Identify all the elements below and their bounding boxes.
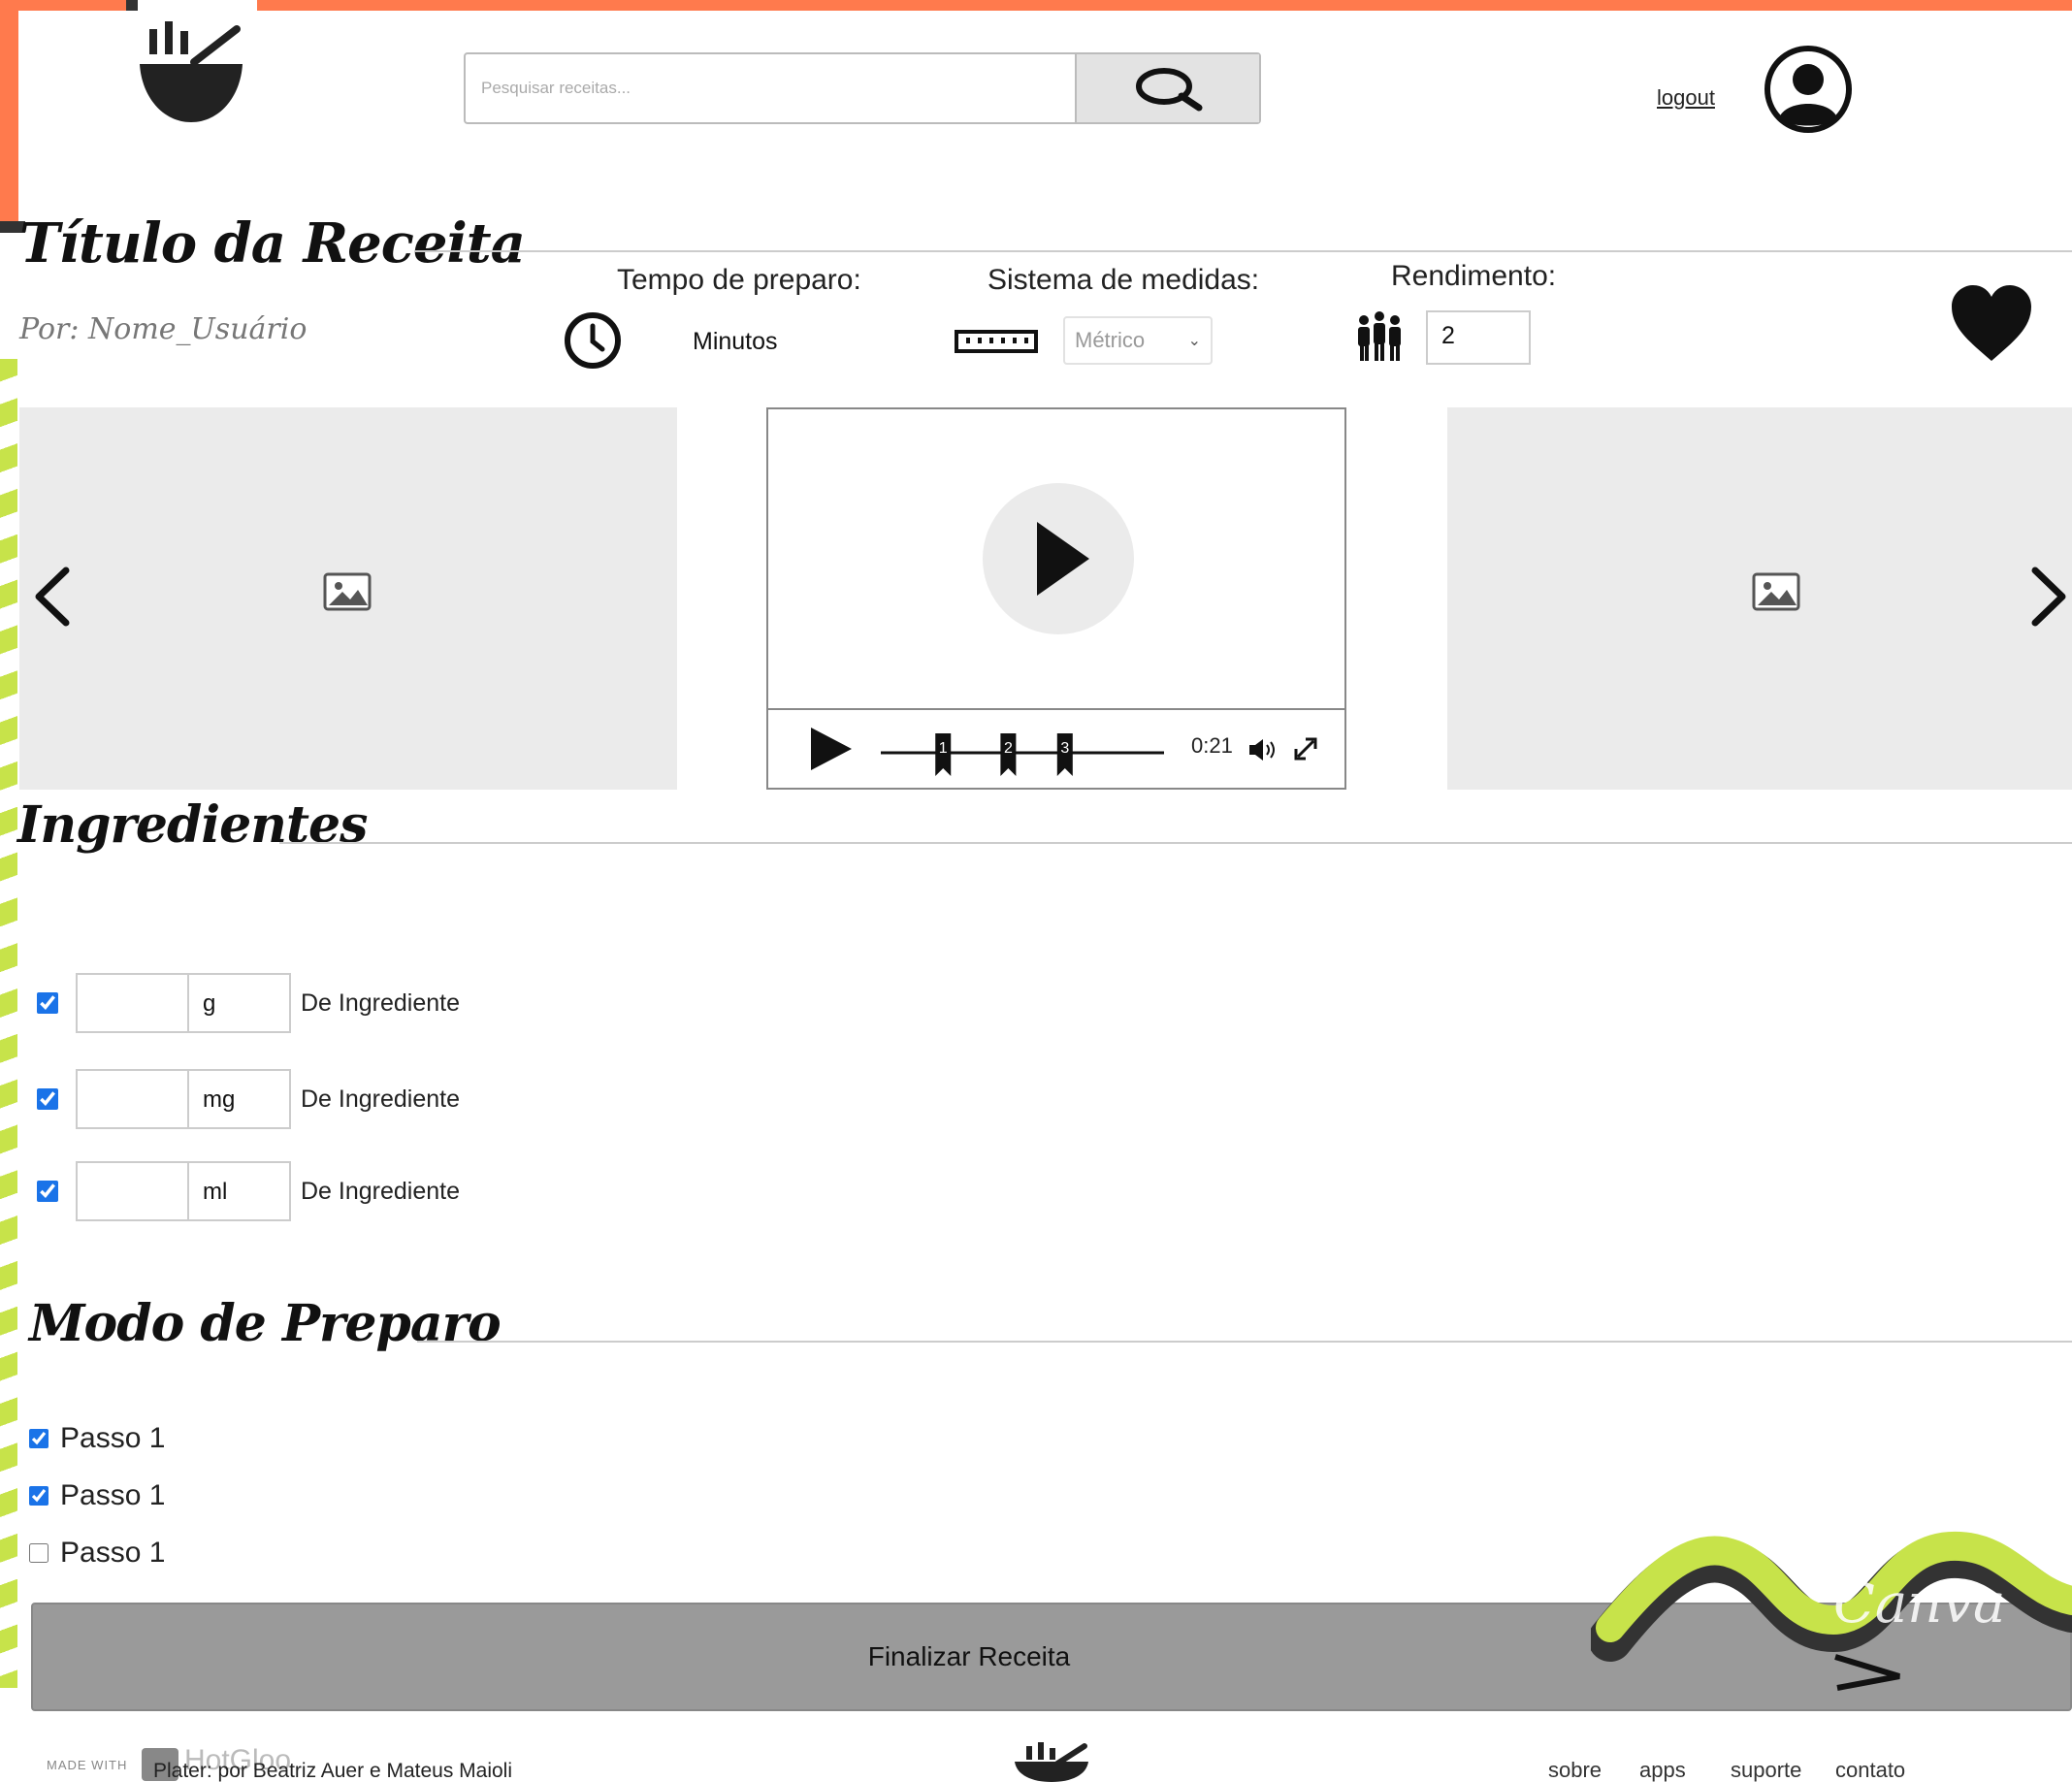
video-time: 0:21: [1191, 733, 1233, 758]
people-icon: [1358, 311, 1401, 361]
chapter-marker-label: 1: [939, 740, 948, 757]
yield-input[interactable]: 2: [1426, 310, 1531, 365]
footer-link-contato[interactable]: contato: [1835, 1758, 1905, 1782]
recipe-title: Título da Receita: [19, 211, 526, 275]
finish-recipe-label: Finalizar Receita: [867, 1641, 1071, 1671]
step-item: Passo 1: [29, 1479, 165, 1512]
ingredient-quantity-input[interactable]: [76, 1069, 188, 1129]
carousel-prev-icon[interactable]: [29, 563, 78, 631]
ingredient-row: mg De Ingrediente: [37, 1068, 460, 1130]
ingredient-row: ml De Ingrediente: [37, 1160, 460, 1222]
ingredient-unit[interactable]: g: [188, 973, 291, 1033]
volume-icon[interactable]: [1247, 737, 1280, 762]
ingredient-row: g De Ingrediente: [37, 972, 460, 1034]
search-icon: [1136, 68, 1203, 112]
carousel-next-icon[interactable]: [2025, 563, 2072, 631]
ingredient-checkbox[interactable]: [37, 1181, 58, 1202]
logo-bowl-icon[interactable]: [136, 19, 247, 131]
divider: [415, 250, 2072, 252]
made-with-label: MADE WITH: [47, 1758, 128, 1772]
footer-link-sobre[interactable]: sobre: [1548, 1758, 1602, 1782]
step-label: Passo 1: [60, 1537, 166, 1569]
yield-label: Rendimento:: [1391, 260, 1557, 292]
step-checkbox[interactable]: [29, 1486, 49, 1506]
decorative-green-stripe: [0, 359, 17, 1688]
decorative-top-band: [257, 0, 2072, 11]
decorative-tick: [126, 0, 138, 11]
divider: [417, 1341, 2072, 1343]
chapter-marker-3[interactable]: 3: [1056, 733, 1073, 776]
ingredient-label: De Ingrediente: [301, 1085, 461, 1113]
canva-watermark-logo: Canva: [1591, 1531, 2072, 1691]
measure-system-label: Sistema de medidas:: [987, 264, 1260, 296]
video-timeline[interactable]: 1 2 3: [877, 718, 1178, 786]
play-button-icon[interactable]: [807, 724, 856, 774]
user-avatar-icon[interactable]: [1764, 45, 1853, 134]
decorative-left-band: [0, 0, 18, 221]
ingredient-unit[interactable]: ml: [188, 1161, 291, 1221]
video-player[interactable]: 1 2 3 0:21: [766, 407, 1346, 790]
search-button[interactable]: [1075, 54, 1259, 122]
footer-link-suporte[interactable]: suporte: [1731, 1758, 1801, 1782]
chapter-marker-label: 2: [1004, 740, 1013, 757]
ingredient-label: De Ingrediente: [301, 988, 461, 1017]
steps-title: Modo de Preparo: [29, 1294, 502, 1353]
ingredient-label: De Ingrediente: [301, 1177, 461, 1205]
step-item: Passo 1: [29, 1422, 165, 1455]
step-checkbox[interactable]: [29, 1543, 49, 1563]
chapter-marker-1[interactable]: 1: [935, 733, 952, 776]
footer-logo-icon[interactable]: [1013, 1740, 1090, 1782]
step-item: Passo 1: [29, 1537, 165, 1570]
ingredient-unit[interactable]: mg: [188, 1069, 291, 1129]
chapter-marker-label: 3: [1060, 740, 1069, 757]
ingredients-title: Ingredientes: [17, 795, 368, 855]
decorative-top-left-band: [0, 0, 126, 11]
footer-credit: Plater: por Beatriz Auer e Mateus Maioli: [153, 1760, 513, 1782]
prep-time-label: Tempo de preparo:: [617, 264, 861, 296]
clock-icon: [565, 312, 621, 369]
chapter-marker-2[interactable]: 2: [1000, 733, 1017, 776]
step-label: Passo 1: [60, 1479, 166, 1511]
image-placeholder-icon: [1752, 572, 1800, 611]
divider: [279, 842, 2072, 844]
recipe-author[interactable]: Por: Nome_Usuário: [19, 312, 307, 346]
video-play-overlay[interactable]: [983, 483, 1134, 634]
play-icon: [1037, 522, 1089, 596]
footer-link-apps[interactable]: apps: [1639, 1758, 1686, 1782]
search-input[interactable]: [466, 54, 1075, 122]
image-placeholder-icon: [323, 572, 372, 611]
search-bar: [464, 52, 1261, 124]
ruler-icon: [955, 330, 1038, 353]
fullscreen-icon[interactable]: [1292, 735, 1319, 762]
favorite-heart-icon[interactable]: [1950, 283, 2033, 363]
video-controls: 1 2 3 0:21: [768, 708, 1344, 788]
chevron-down-icon: ⌄: [1187, 333, 1201, 349]
ingredient-quantity-input[interactable]: [76, 973, 188, 1033]
prep-time-unit: Minutos: [693, 328, 778, 355]
ingredient-checkbox[interactable]: [37, 1088, 58, 1110]
ingredient-quantity-input[interactable]: [76, 1161, 188, 1221]
measure-system-select[interactable]: Métrico ⌄: [1063, 316, 1213, 365]
logout-link[interactable]: logout: [1657, 85, 1715, 111]
ingredient-checkbox[interactable]: [37, 992, 58, 1014]
step-label: Passo 1: [60, 1422, 166, 1454]
step-checkbox[interactable]: [29, 1429, 49, 1448]
svg-text:Canva: Canva: [1833, 1572, 2005, 1636]
measure-system-value: Métrico: [1075, 328, 1146, 352]
